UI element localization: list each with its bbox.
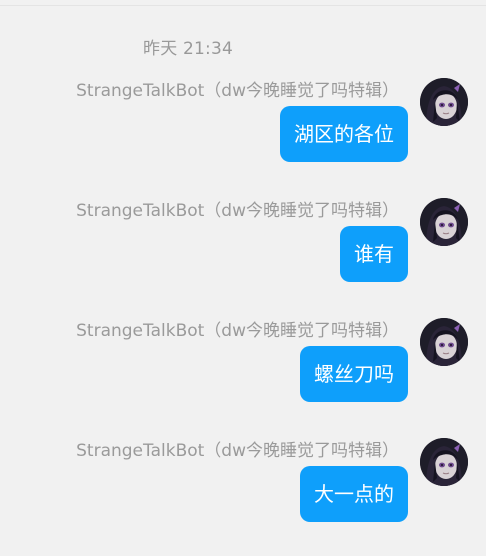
message-timestamp: 昨天 21:34 bbox=[143, 39, 233, 59]
sender-name: StrangeTalkBot（dw今晚睡觉了吗特辑） bbox=[76, 201, 399, 221]
anime-avatar-icon[interactable] bbox=[420, 438, 468, 486]
chat-message: StrangeTalkBot（dw今晚睡觉了吗特辑） 谁有 bbox=[0, 198, 486, 310]
message-bubble[interactable]: 螺丝刀吗 bbox=[300, 346, 408, 402]
anime-avatar-icon[interactable] bbox=[420, 198, 468, 246]
sender-name: StrangeTalkBot（dw今晚睡觉了吗特辑） bbox=[76, 321, 399, 341]
message-bubble[interactable]: 谁有 bbox=[340, 226, 408, 282]
sender-name: StrangeTalkBot（dw今晚睡觉了吗特辑） bbox=[76, 441, 399, 461]
anime-avatar-icon[interactable] bbox=[420, 318, 468, 366]
message-bubble[interactable]: 大一点的 bbox=[300, 466, 408, 522]
top-divider bbox=[0, 5, 486, 6]
chat-message: StrangeTalkBot（dw今晚睡觉了吗特辑） 大一点的 bbox=[0, 438, 486, 550]
chat-message: StrangeTalkBot（dw今晚睡觉了吗特辑） 螺丝刀吗 bbox=[0, 318, 486, 430]
chat-message: StrangeTalkBot（dw今晚睡觉了吗特辑） 湖区的各位 bbox=[0, 78, 486, 190]
anime-avatar-icon[interactable] bbox=[420, 78, 468, 126]
message-bubble[interactable]: 湖区的各位 bbox=[280, 106, 408, 162]
sender-name: StrangeTalkBot（dw今晚睡觉了吗特辑） bbox=[76, 81, 399, 101]
